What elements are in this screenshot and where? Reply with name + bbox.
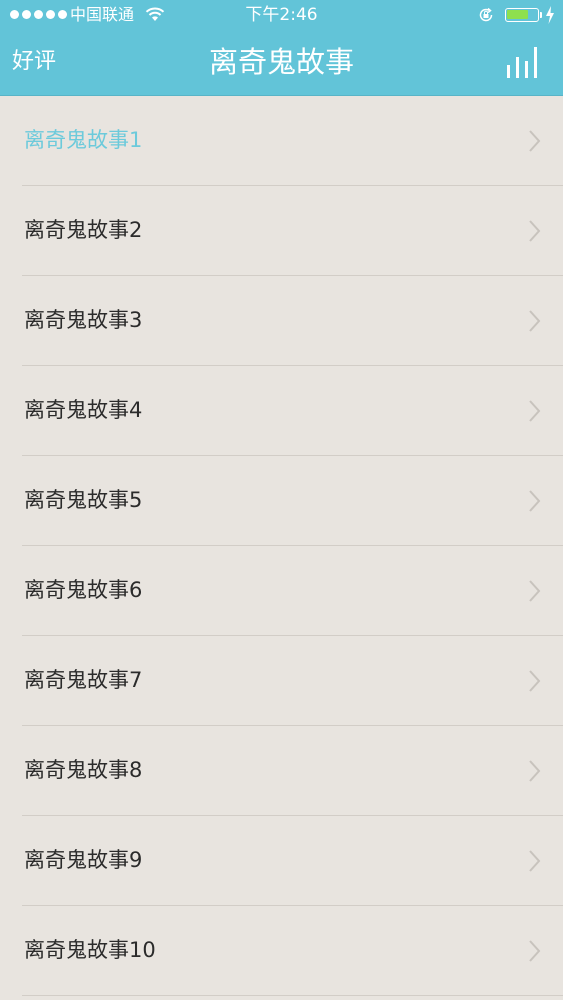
- chevron-right-icon: [529, 220, 541, 242]
- list-item[interactable]: 离奇鬼故事8: [22, 726, 563, 816]
- list-item-label: 离奇鬼故事10: [24, 938, 156, 962]
- chevron-right-icon: [529, 670, 541, 692]
- list-item-label: 离奇鬼故事5: [24, 488, 143, 512]
- list-item[interactable]: 离奇鬼故事5: [22, 456, 563, 546]
- status-bar: 中国联通 下午2:46: [0, 0, 563, 30]
- list-item[interactable]: 离奇鬼故事7: [22, 636, 563, 726]
- bar-chart-icon[interactable]: [505, 45, 541, 79]
- list-item[interactable]: 离奇鬼故事1: [22, 96, 563, 186]
- chevron-right-icon: [529, 850, 541, 872]
- page-title: 离奇鬼故事: [208, 45, 354, 79]
- list-item[interactable]: 离奇鬼故事10: [22, 906, 563, 996]
- app-header: 中国联通 下午2:46 好评 离奇鬼故事: [0, 0, 563, 96]
- chevron-right-icon: [529, 760, 541, 782]
- chevron-right-icon: [529, 400, 541, 422]
- list-item[interactable]: 离奇鬼故事6: [22, 546, 563, 636]
- battery-icon: [505, 8, 542, 22]
- chevron-right-icon: [529, 310, 541, 332]
- list-item[interactable]: 离奇鬼故事4: [22, 366, 563, 456]
- list-item-label: 离奇鬼故事2: [24, 218, 143, 242]
- chevron-right-icon: [529, 580, 541, 602]
- chevron-right-icon: [529, 940, 541, 962]
- list-item[interactable]: 离奇鬼故事9: [22, 816, 563, 906]
- story-list: 离奇鬼故事1 离奇鬼故事2 离奇鬼故事3 离奇鬼故事4 离奇鬼故事5 离奇鬼故事6 离奇鬼故…: [0, 96, 563, 1000]
- list-item-label: 离奇鬼故事1: [24, 128, 143, 152]
- rotation-lock-icon: [479, 7, 493, 22]
- chevron-right-icon: [529, 130, 541, 152]
- chevron-right-icon: [529, 490, 541, 512]
- battery-level-fill: [507, 10, 528, 19]
- list-item-label: 离奇鬼故事6: [24, 578, 143, 602]
- list-item[interactable]: 离奇鬼故事2: [22, 186, 563, 276]
- list-item-label: 离奇鬼故事4: [24, 398, 143, 422]
- list-item-label: 离奇鬼故事7: [24, 668, 143, 692]
- charging-bolt-icon: [546, 6, 554, 24]
- list-item-label: 离奇鬼故事9: [24, 848, 143, 872]
- list-item[interactable]: 离奇鬼故事3: [22, 276, 563, 366]
- list-item-label: 离奇鬼故事8: [24, 758, 143, 782]
- list-item-label: 离奇鬼故事3: [24, 308, 143, 332]
